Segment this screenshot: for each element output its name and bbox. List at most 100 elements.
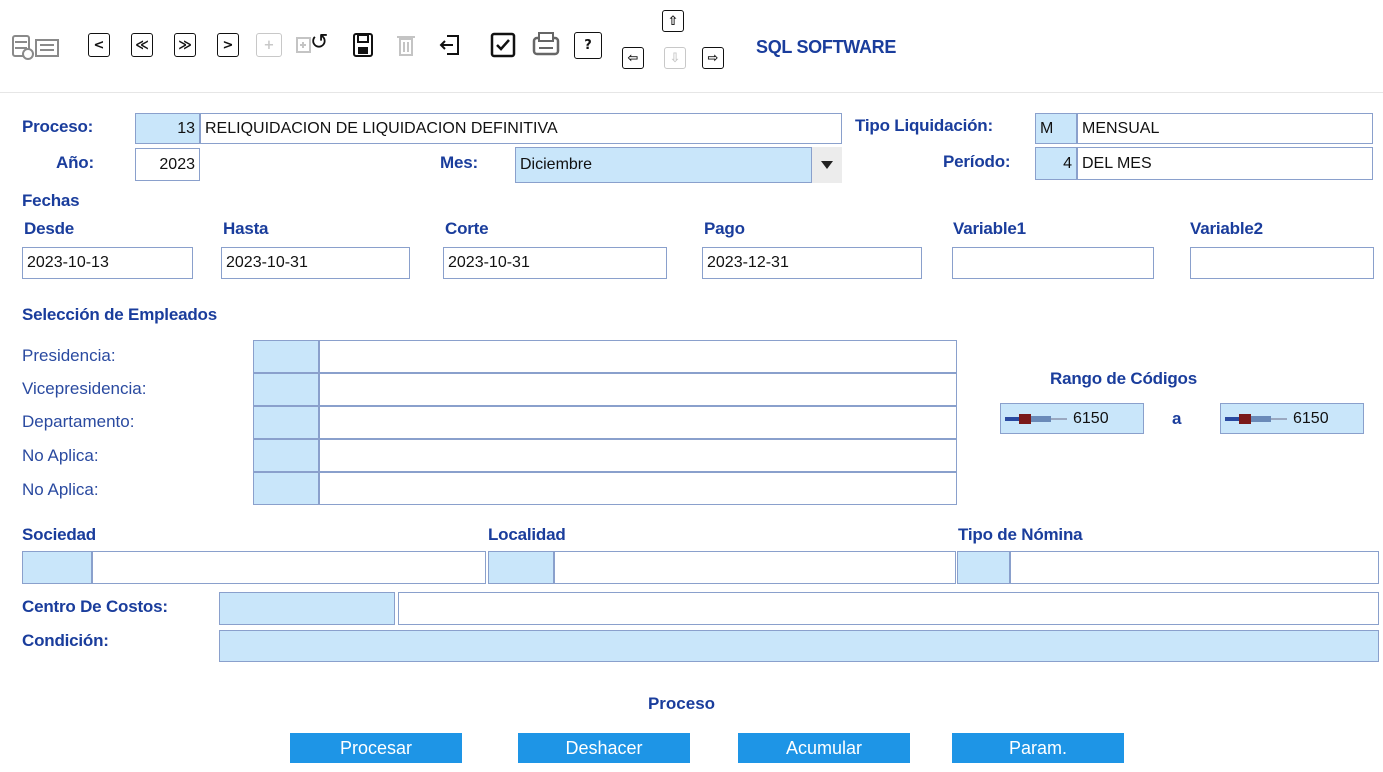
periodo-name-field[interactable]: DEL MES — [1077, 147, 1373, 180]
variable1-field[interactable] — [952, 247, 1154, 279]
desde-field[interactable]: 2023-10-13 — [22, 247, 193, 279]
proceso-section-title: Proceso — [647, 694, 716, 713]
no-aplica-1-label: No Aplica: — [22, 446, 99, 465]
deshacer-button[interactable]: Deshacer — [518, 733, 690, 763]
presidencia-label: Presidencia: — [22, 346, 116, 365]
tipo-liquidacion-name-field[interactable]: MENSUAL — [1077, 113, 1373, 144]
variable2-field[interactable] — [1190, 247, 1374, 279]
departamento-name-field[interactable] — [319, 406, 957, 439]
pago-label: Pago — [704, 219, 745, 238]
departamento-label: Departamento: — [22, 412, 135, 431]
localidad-name-field[interactable] — [554, 551, 956, 584]
proceso-label: Proceso: — [22, 117, 94, 136]
print-icon[interactable] — [530, 30, 562, 60]
fechas-title: Fechas — [22, 191, 80, 210]
tipo-liquidacion-code-field[interactable]: M — [1035, 113, 1077, 144]
last-button[interactable]: ≫ — [174, 33, 196, 57]
rango-sep-label: a — [1172, 409, 1182, 428]
masked-code-icon — [1005, 413, 1069, 425]
no-aplica-2-name-field[interactable] — [319, 472, 957, 505]
proceso-code-field[interactable]: 13 — [135, 113, 200, 144]
database-list-icon[interactable] — [10, 32, 62, 62]
centro-costos-name-field[interactable] — [398, 592, 1379, 625]
arrow-up-icon: ⇧ — [667, 13, 679, 29]
vicepresidencia-name-field[interactable] — [319, 373, 957, 406]
first-icon: ≪ — [135, 37, 149, 53]
prev-icon: < — [93, 37, 105, 53]
localidad-code-field[interactable] — [488, 551, 554, 584]
help-icon: ? — [584, 38, 592, 53]
centro-costos-label: Centro De Costos: — [22, 597, 168, 616]
acumular-button[interactable]: Acumular — [738, 733, 910, 763]
next-button[interactable]: > — [217, 33, 239, 57]
arrow-left-icon: ⇦ — [627, 50, 639, 66]
param-button[interactable]: Param. — [952, 733, 1124, 763]
condicion-label: Condición: — [22, 631, 109, 650]
hasta-field[interactable]: 2023-10-31 — [221, 247, 410, 279]
localidad-label: Localidad — [488, 525, 566, 544]
no-aplica-2-code-field[interactable] — [253, 472, 319, 505]
no-aplica-1-code-field[interactable] — [253, 439, 319, 472]
save-icon[interactable] — [352, 32, 374, 58]
hasta-label: Hasta — [223, 219, 269, 238]
rango-to-value: 6150 — [1293, 409, 1329, 427]
tipo-nomina-label: Tipo de Nómina — [958, 525, 1083, 544]
next-icon: > — [222, 37, 234, 53]
help-button[interactable]: ? — [574, 32, 602, 59]
masked-code-icon — [1225, 413, 1289, 425]
undo-icon[interactable]: ↺ — [310, 32, 328, 54]
no-aplica-2-label: No Aplica: — [22, 480, 99, 499]
chevron-down-icon — [821, 161, 833, 169]
arrow-up-button[interactable]: ⇧ — [662, 10, 684, 32]
arrow-down-icon: ⇩ — [669, 50, 681, 66]
variable2-label: Variable2 — [1190, 219, 1263, 238]
no-aplica-1-name-field[interactable] — [319, 439, 957, 472]
brand-label: SQL SOFTWARE — [756, 37, 897, 57]
arrow-down-button[interactable]: ⇩ — [664, 47, 686, 69]
check-icon[interactable] — [488, 30, 518, 60]
anio-field[interactable]: 2023 — [135, 148, 200, 181]
mes-label: Mes: — [440, 153, 478, 172]
rango-from-field[interactable]: 6150 — [1000, 403, 1144, 434]
sociedad-code-field[interactable] — [22, 551, 92, 584]
corte-label: Corte — [445, 219, 489, 238]
seleccion-title: Selección de Empleados — [22, 305, 217, 324]
arrow-right-icon: ⇨ — [707, 50, 719, 66]
rango-to-field[interactable]: 6150 — [1220, 403, 1364, 434]
sociedad-name-field[interactable] — [92, 551, 486, 584]
tipo-nomina-code-field[interactable] — [957, 551, 1010, 584]
corte-field[interactable]: 2023-10-31 — [443, 247, 667, 279]
presidencia-code-field[interactable] — [253, 340, 319, 373]
vicepresidencia-label: Vicepresidencia: — [22, 379, 147, 398]
condicion-field[interactable] — [219, 630, 1379, 662]
procesar-button[interactable]: Procesar — [290, 733, 462, 763]
rango-from-value: 6150 — [1073, 409, 1109, 427]
last-icon: ≫ — [178, 37, 192, 53]
delete-icon[interactable] — [394, 32, 418, 58]
proceso-name-field[interactable]: RELIQUIDACION DE LIQUIDACION DEFINITIVA — [200, 113, 842, 144]
rango-title: Rango de Códigos — [1050, 369, 1197, 388]
tipo-liquidacion-label: Tipo Liquidación: — [855, 116, 993, 135]
prev-button[interactable]: < — [88, 33, 110, 57]
periodo-label: Período: — [943, 152, 1011, 171]
periodo-code-field[interactable]: 4 — [1035, 147, 1077, 180]
arrow-left-button[interactable]: ⇦ — [622, 47, 644, 69]
tipo-nomina-name-field[interactable] — [1010, 551, 1379, 584]
vicepresidencia-code-field[interactable] — [253, 373, 319, 406]
desde-label: Desde — [24, 219, 75, 238]
anio-label: Año: — [56, 153, 94, 172]
sociedad-label: Sociedad — [22, 525, 96, 544]
add-button[interactable]: + — [256, 33, 282, 57]
pago-field[interactable]: 2023-12-31 — [702, 247, 922, 279]
variable1-label: Variable1 — [953, 219, 1026, 238]
presidencia-name-field[interactable] — [319, 340, 957, 373]
toolbar-divider — [0, 92, 1383, 93]
add-icon: + — [263, 37, 275, 53]
first-button[interactable]: ≪ — [131, 33, 153, 57]
mes-dropdown-button[interactable] — [812, 147, 842, 183]
exit-icon[interactable] — [438, 32, 462, 58]
arrow-right-button[interactable]: ⇨ — [702, 47, 724, 69]
mes-select[interactable]: Diciembre — [515, 147, 812, 183]
departamento-code-field[interactable] — [253, 406, 319, 439]
centro-costos-code-field[interactable] — [219, 592, 395, 625]
